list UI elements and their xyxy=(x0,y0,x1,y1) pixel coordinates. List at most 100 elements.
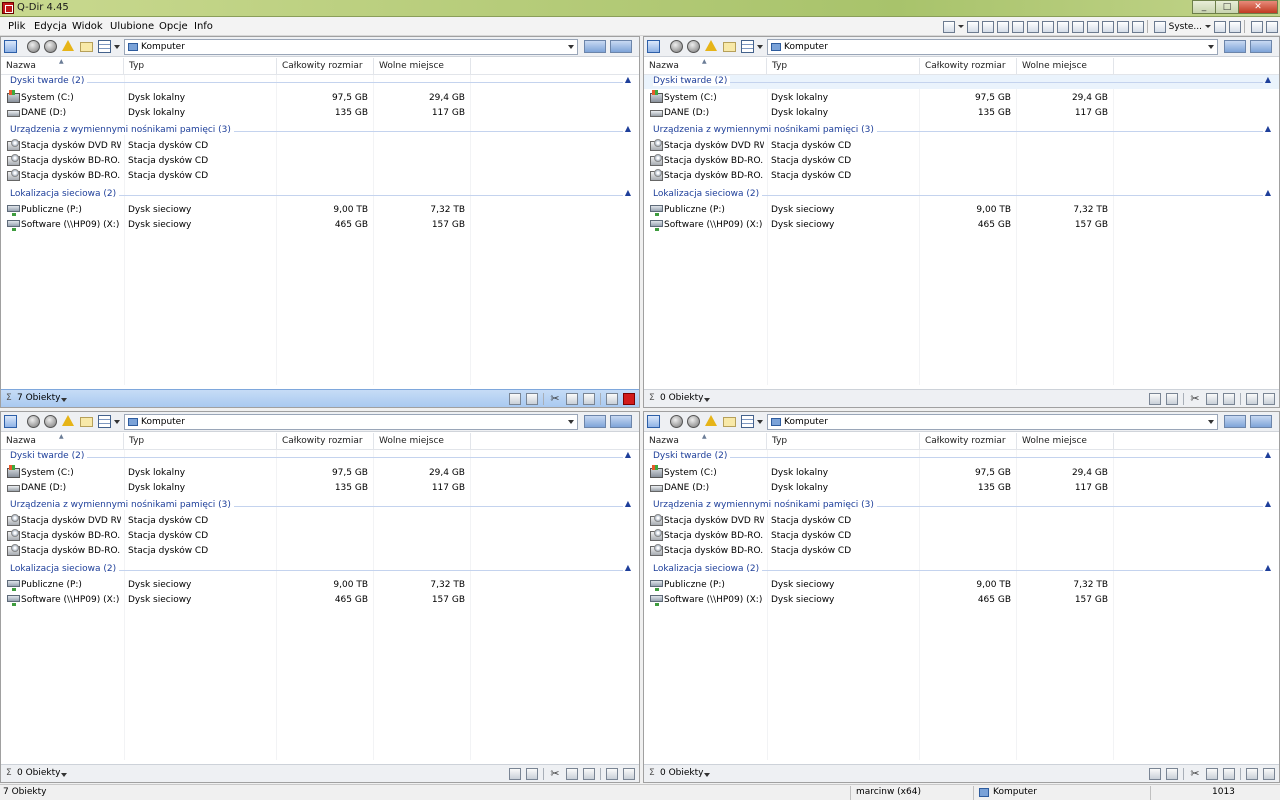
app-icon[interactable] xyxy=(2,2,14,14)
layout-12-icon[interactable] xyxy=(1131,20,1144,33)
list-item[interactable]: Publiczne (P:) Dysk sieciowy 9,00 TB 7,3… xyxy=(1,578,639,593)
layout-9-icon[interactable] xyxy=(1086,20,1099,33)
network-icon[interactable] xyxy=(610,40,632,53)
layout-2-icon[interactable] xyxy=(981,20,994,33)
menu-widok[interactable]: Widok xyxy=(72,21,103,32)
list-item[interactable]: Stacja dysków BD-RO... Stacja dysków CD xyxy=(644,544,1279,559)
rename-icon[interactable] xyxy=(606,393,618,405)
paste-icon[interactable] xyxy=(583,393,595,405)
group-header[interactable]: Lokalizacja sieciowa (2) ▲ xyxy=(644,563,1279,577)
forward-icon[interactable] xyxy=(44,40,57,53)
view-mode-icon[interactable] xyxy=(4,40,17,53)
file-pane[interactable]: Komputer Nazwa ▲ Typ Całkowity rozmiar W… xyxy=(0,411,640,783)
rename-icon[interactable] xyxy=(606,768,618,780)
list-item[interactable]: Software (\\HP09) (X:) Dysk sieciowy 465… xyxy=(644,593,1279,608)
address-bar[interactable]: Komputer xyxy=(124,39,578,55)
new-folder-icon[interactable] xyxy=(80,42,93,52)
file-pane[interactable]: Komputer Nazwa ▲ Typ Całkowity rozmiar W… xyxy=(0,36,640,408)
view-mode-icon[interactable] xyxy=(4,415,17,428)
object-count[interactable]: 0 Obiekty xyxy=(660,768,704,778)
copy-icon[interactable] xyxy=(1206,393,1218,405)
layout-11-icon[interactable] xyxy=(1116,20,1129,33)
system-menu-label[interactable]: Syste... xyxy=(1169,22,1202,32)
list-item[interactable]: Stacja dysków DVD RW... Stacja dysków CD xyxy=(1,514,639,529)
layout-5-icon[interactable] xyxy=(1026,20,1039,33)
group-header[interactable]: Dyski twarde (2) ▲ xyxy=(644,450,1279,464)
file-pane[interactable]: Komputer Nazwa ▲ Typ Całkowity rozmiar W… xyxy=(643,411,1280,783)
list-item[interactable]: DANE (D:) Dysk lokalny 135 GB 117 GB xyxy=(1,106,639,121)
copy-icon[interactable] xyxy=(1206,768,1218,780)
close-pane-icon[interactable] xyxy=(623,768,635,780)
layout-10-icon[interactable] xyxy=(1101,20,1114,33)
view-grid-icon[interactable] xyxy=(98,40,111,53)
chevron-down-icon[interactable] xyxy=(704,773,710,777)
tools-icon[interactable] xyxy=(1229,20,1241,33)
help-icon[interactable] xyxy=(1266,20,1278,33)
group-header[interactable]: Lokalizacja sieciowa (2) ▲ xyxy=(1,563,639,577)
chevron-down-icon[interactable] xyxy=(757,45,763,49)
view-grid-icon[interactable] xyxy=(98,415,111,428)
rename-icon[interactable] xyxy=(1246,393,1258,405)
refresh-icon[interactable] xyxy=(526,768,538,780)
network-icon[interactable] xyxy=(1250,415,1272,428)
cut-icon[interactable]: ✂ xyxy=(549,768,561,780)
maximize-button[interactable]: □ xyxy=(1215,0,1239,14)
collapse-icon[interactable]: ▲ xyxy=(1265,450,1271,459)
paste-icon[interactable] xyxy=(583,768,595,780)
up-folder-icon[interactable] xyxy=(62,415,74,426)
new-folder-icon[interactable] xyxy=(723,42,736,52)
list-item[interactable]: Software (\\HP09) (X:) Dysk sieciowy 465… xyxy=(1,593,639,608)
column-total-size[interactable]: Całkowity rozmiar xyxy=(277,58,374,75)
collapse-icon[interactable]: ▲ xyxy=(1265,499,1271,508)
list-item[interactable]: Stacja dysków DVD RW... Stacja dysków CD xyxy=(644,514,1279,529)
filter-icon[interactable] xyxy=(1149,393,1161,405)
list-item[interactable]: Software (\\HP09) (X:) Dysk sieciowy 465… xyxy=(1,218,639,233)
list-item[interactable]: System (C:) Dysk lokalny 97,5 GB 29,4 GB xyxy=(1,90,639,106)
search-icon[interactable] xyxy=(1251,20,1263,33)
refresh-icon[interactable] xyxy=(1166,768,1178,780)
collapse-icon[interactable]: ▲ xyxy=(1265,75,1271,84)
view-mode-icon[interactable] xyxy=(647,40,660,53)
chevron-down-icon[interactable] xyxy=(61,398,67,402)
chevron-down-icon[interactable] xyxy=(61,773,67,777)
chevron-down-icon[interactable] xyxy=(757,420,763,424)
menu-opcje[interactable]: Opcje xyxy=(159,21,188,32)
view-grid-icon[interactable] xyxy=(741,415,754,428)
refresh-icon[interactable] xyxy=(526,393,538,405)
filter-icon[interactable] xyxy=(509,768,521,780)
collapse-icon[interactable]: ▲ xyxy=(1265,563,1271,572)
list-item[interactable]: System (C:) Dysk lokalny 97,5 GB 29,4 GB xyxy=(644,465,1279,481)
address-bar[interactable]: Komputer xyxy=(767,414,1218,430)
forward-icon[interactable] xyxy=(44,415,57,428)
layout-8-icon[interactable] xyxy=(1071,20,1084,33)
address-bar[interactable]: Komputer xyxy=(124,414,578,430)
minimize-button[interactable]: _ xyxy=(1192,0,1216,14)
column-free-space[interactable]: Wolne miejsce xyxy=(1017,58,1114,75)
object-count[interactable]: 0 Obiekty xyxy=(660,393,704,403)
close-pane-icon[interactable] xyxy=(1263,768,1275,780)
chevron-down-icon[interactable] xyxy=(114,45,120,49)
monitor-icon[interactable] xyxy=(584,415,606,428)
up-folder-icon[interactable] xyxy=(705,415,717,426)
cut-icon[interactable]: ✂ xyxy=(549,393,561,405)
list-item[interactable]: Stacja dysków BD-RO... Stacja dysków CD xyxy=(1,154,639,169)
up-folder-icon[interactable] xyxy=(705,40,717,51)
list-item[interactable]: Software (\\HP09) (X:) Dysk sieciowy 465… xyxy=(644,218,1279,233)
object-count[interactable]: 0 Obiekty xyxy=(17,768,61,778)
menu-ulubione[interactable]: Ulubione xyxy=(110,21,154,32)
list-item[interactable]: Publiczne (P:) Dysk sieciowy 9,00 TB 7,3… xyxy=(1,203,639,218)
forward-icon[interactable] xyxy=(687,40,700,53)
chevron-down-icon[interactable] xyxy=(957,21,964,33)
list-item[interactable]: System (C:) Dysk lokalny 97,5 GB 29,4 GB xyxy=(1,465,639,481)
new-folder-icon[interactable] xyxy=(80,417,93,427)
collapse-icon[interactable]: ▲ xyxy=(625,188,631,197)
list-item[interactable]: Stacja dysków BD-RO... Stacja dysków CD xyxy=(644,529,1279,544)
back-icon[interactable] xyxy=(670,415,683,428)
chevron-down-icon[interactable] xyxy=(704,398,710,402)
list-item[interactable]: System (C:) Dysk lokalny 97,5 GB 29,4 GB xyxy=(644,90,1279,106)
menu-edycja[interactable]: Edycja xyxy=(34,21,67,32)
group-header[interactable]: Dyski twarde (2) ▲ xyxy=(644,75,1279,89)
view-grid-icon[interactable] xyxy=(741,40,754,53)
group-header[interactable]: Urządzenia z wymiennymi nośnikami pamięc… xyxy=(1,124,639,138)
list-item[interactable]: Publiczne (P:) Dysk sieciowy 9,00 TB 7,3… xyxy=(644,203,1279,218)
